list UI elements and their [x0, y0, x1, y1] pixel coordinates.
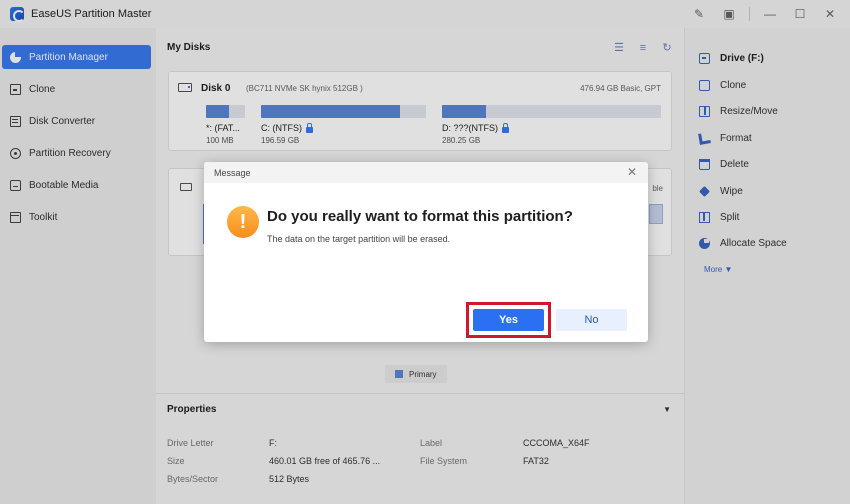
- no-button[interactable]: No: [556, 309, 627, 331]
- yes-button[interactable]: Yes: [473, 309, 544, 331]
- dialog-title: Do you really want to format this partit…: [267, 208, 573, 225]
- dialog-message: The data on the target partition will be…: [267, 234, 451, 244]
- dialog-header-title: Message: [214, 167, 251, 178]
- close-icon[interactable]: ✕: [627, 165, 637, 179]
- confirm-format-dialog: Message ✕ ! Do you really want to format…: [204, 162, 648, 342]
- warning-icon: !: [227, 206, 259, 238]
- dialog-header: Message ✕: [204, 162, 648, 183]
